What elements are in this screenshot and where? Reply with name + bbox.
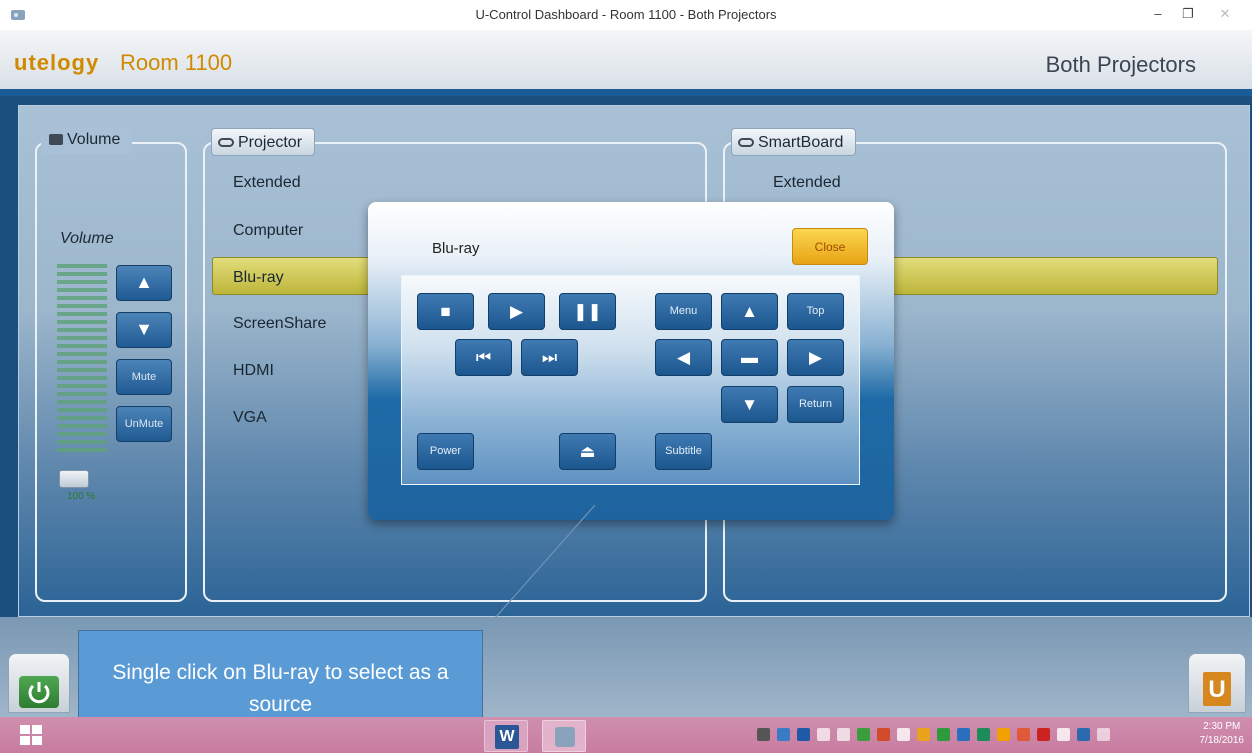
projector-legend: Projector [211, 128, 316, 156]
smartboard-legend: SmartBoard [731, 128, 857, 156]
source-hdmi[interactable]: HDMI [233, 362, 274, 380]
tray-icon[interactable] [777, 728, 790, 741]
nav-left-button[interactable]: ◀ [655, 339, 712, 376]
power-icon [19, 676, 59, 708]
app-icon [11, 10, 25, 20]
tray-icon[interactable] [1077, 728, 1090, 741]
enter-button[interactable]: ▬ [721, 339, 778, 376]
maximize-button[interactable]: ❐ [1174, 2, 1202, 26]
tray-icon[interactable] [977, 728, 990, 741]
window-title: U-Control Dashboard - Room 1100 - Both P… [475, 7, 777, 22]
unmute-button[interactable]: UnMute [116, 406, 172, 442]
tray-icon[interactable] [817, 728, 830, 741]
volume-legend: Volume [41, 126, 133, 154]
speaker-icon [49, 134, 63, 145]
remote-pad: ■ ▶ ❚❚ ⏮ ⏭ Menu ▲ Top ◀ ▬ ▶ ▼ Return Pow… [401, 275, 860, 485]
u-logo-icon: U [1203, 672, 1231, 706]
tray-icon[interactable] [1017, 728, 1030, 741]
volume-level-meter [57, 264, 107, 464]
projector-icon [218, 138, 234, 147]
utelogy-menu-button[interactable]: U [1188, 653, 1246, 713]
tray-icon[interactable] [957, 728, 970, 741]
volume-label: Volume [60, 230, 114, 247]
clock-date: 7/18/2016 [1199, 735, 1245, 746]
source-extended[interactable]: Extended [233, 174, 301, 192]
top-menu-button[interactable]: Top [787, 293, 844, 330]
eject-button[interactable]: ⏏ [559, 433, 616, 470]
display-mode: Both Projectors [1045, 52, 1196, 77]
projector-icon [738, 138, 754, 147]
play-button[interactable]: ▶ [488, 293, 545, 330]
return-button[interactable]: Return [787, 386, 844, 423]
source-vga[interactable]: VGA [233, 409, 267, 427]
app-header: utelogy Room 1100 Both Projectors [0, 30, 1252, 96]
volume-down-button[interactable]: ▼ [116, 312, 172, 348]
ucontrol-app-icon[interactable] [542, 720, 586, 752]
source-bluray[interactable]: Blu-ray [233, 269, 284, 287]
windows-start-icon[interactable] [20, 725, 42, 745]
close-window-button[interactable]: ✕ [1206, 2, 1244, 26]
next-button[interactable]: ⏭ [521, 339, 578, 376]
bluray-dialog: Blu-ray Close ■ ▶ ❚❚ ⏮ ⏭ Menu ▲ Top ◀ ▬ … [368, 202, 894, 520]
utelogy-logo: utelogy [14, 50, 100, 75]
tray-icon[interactable] [1037, 728, 1050, 741]
tray-icon[interactable] [937, 728, 950, 741]
smartboard-source-extended[interactable]: Extended [773, 174, 841, 192]
clock-time: 2:30 PM [1203, 721, 1241, 732]
nav-down-button[interactable]: ▼ [721, 386, 778, 423]
volume-up-button[interactable]: ▲ [116, 265, 172, 301]
tray-icon[interactable] [837, 728, 850, 741]
pause-button[interactable]: ❚❚ [559, 293, 616, 330]
power-button[interactable]: Power [417, 433, 474, 470]
tray-icon[interactable] [797, 728, 810, 741]
nav-up-button[interactable]: ▲ [721, 293, 778, 330]
nav-right-button[interactable]: ▶ [787, 339, 844, 376]
tray-icon[interactable] [757, 728, 770, 741]
signal-icon[interactable] [1097, 728, 1110, 741]
room-name: Room 1100 [120, 50, 233, 75]
window-titlebar: U-Control Dashboard - Room 1100 - Both P… [0, 0, 1252, 30]
word-app-icon[interactable]: W [484, 720, 528, 752]
windows-taskbar: W 2:30 PM 7/18/2016 [0, 717, 1252, 753]
mute-button[interactable]: Mute [116, 359, 172, 395]
tray-icon[interactable] [1057, 728, 1070, 741]
source-computer[interactable]: Computer [233, 222, 303, 240]
menu-button[interactable]: Menu [655, 293, 712, 330]
tray-icon[interactable] [917, 728, 930, 741]
tray-icon[interactable] [897, 728, 910, 741]
dialog-title: Blu-ray [432, 240, 480, 257]
close-button[interactable]: Close [792, 228, 868, 265]
tray-icon[interactable] [997, 728, 1010, 741]
system-power-button[interactable] [8, 653, 70, 713]
tray-icon[interactable] [857, 728, 870, 741]
taskbar-clock[interactable]: 2:30 PM 7/18/2016 [1200, 720, 1245, 748]
previous-button[interactable]: ⏮ [455, 339, 512, 376]
instruction-callout: Single click on Blu-ray to select as a s… [78, 630, 483, 730]
volume-slider-handle[interactable] [59, 470, 89, 488]
stop-button[interactable]: ■ [417, 293, 474, 330]
tray-icon[interactable] [877, 728, 890, 741]
volume-level-text: 100 % [67, 491, 96, 502]
source-screenshare[interactable]: ScreenShare [233, 315, 326, 333]
minimize-button[interactable]: – [1144, 2, 1172, 26]
subtitle-button[interactable]: Subtitle [655, 433, 712, 470]
